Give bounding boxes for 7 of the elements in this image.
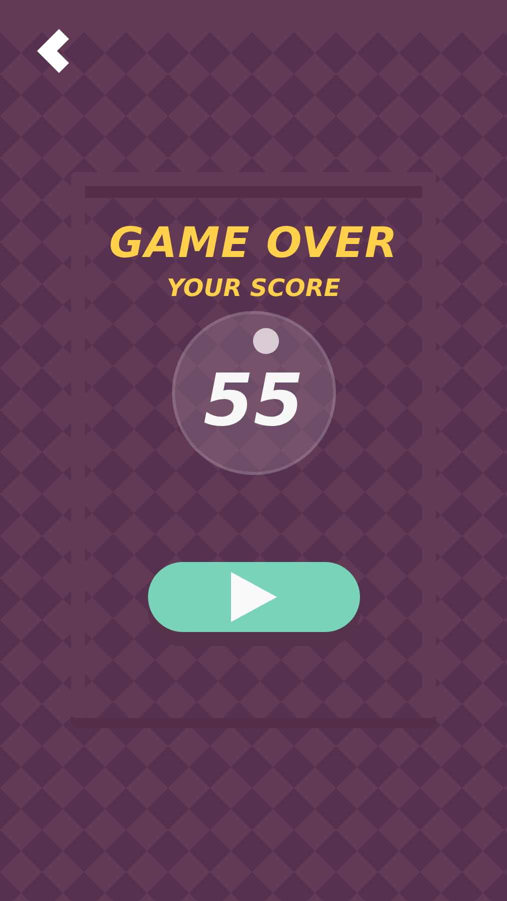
play-button[interactable]: [148, 562, 360, 632]
play-icon: [230, 572, 276, 622]
game-over-title: GAME OVER: [109, 218, 398, 268]
score-label: YOUR SCORE: [166, 274, 340, 304]
bubble-highlight: [252, 328, 278, 354]
chevron-left-icon: [35, 26, 71, 76]
score-value: 55: [203, 364, 304, 436]
